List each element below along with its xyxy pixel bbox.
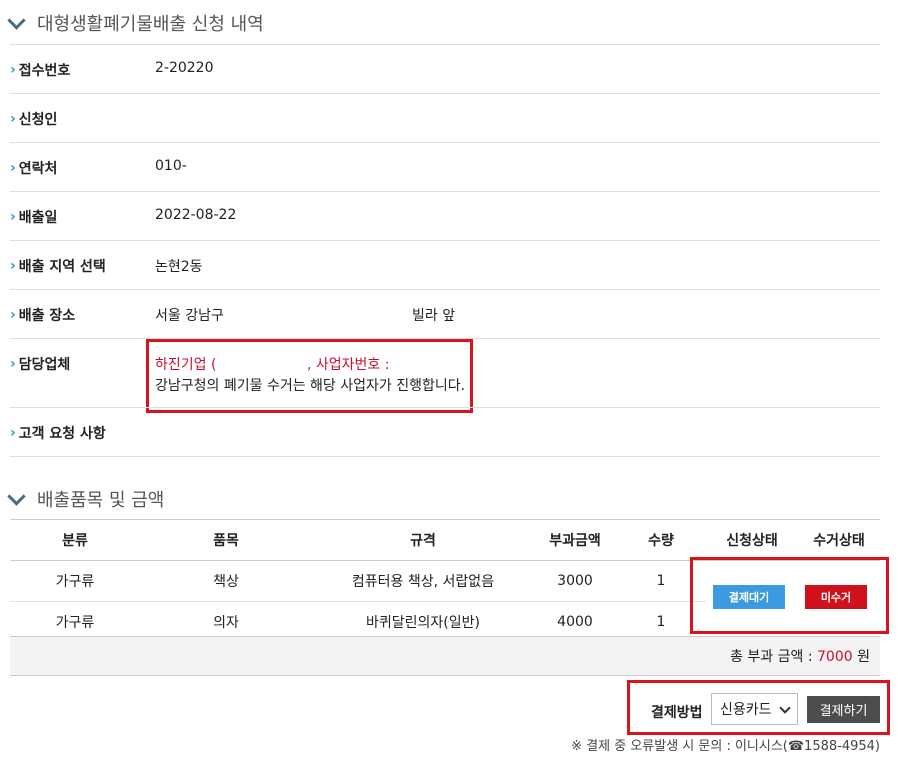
field-label: › 배출 장소 (10, 305, 75, 325)
col-header-collect-status: 수거상태 (798, 519, 880, 561)
table-header-row: 분류 품목 규격 부과금액 수량 신청상태 수거상태 (10, 519, 880, 561)
total-amount: 7000 (817, 649, 853, 665)
col-header-item: 품목 (140, 519, 312, 561)
total-unit: 원 (857, 649, 870, 665)
field-value: 서울 강남구 (155, 308, 224, 324)
chevron-right-icon: › (10, 160, 16, 176)
field-label: › 접수번호 (10, 60, 70, 80)
label-text: 신청인 (18, 112, 58, 128)
col-header-category: 분류 (10, 519, 140, 561)
divider (10, 456, 880, 457)
field-label: › 연락처 (10, 158, 57, 178)
chevron-right-icon: › (10, 111, 16, 127)
col-header-qty: 수량 (616, 519, 706, 561)
divider (10, 142, 880, 143)
col-header-apply-status: 신청상태 (706, 519, 798, 561)
divider (10, 289, 880, 290)
highlight-box (627, 680, 890, 735)
label-text: 담당업체 (18, 357, 71, 373)
field-value: 논현2동 (155, 259, 203, 275)
chevron-right-icon: › (10, 425, 16, 441)
total-row: 총 부과 금액 : 7000 원 (10, 636, 880, 676)
label-text: 배출 지역 선택 (18, 259, 106, 275)
divider (10, 44, 880, 45)
label-text: 연락처 (18, 161, 58, 177)
field-label: › 배출 지역 선택 (10, 256, 106, 276)
divider (10, 407, 880, 408)
highlight-box (690, 557, 889, 634)
cell-category: 가구류 (10, 560, 140, 602)
chevron-right-icon: › (10, 209, 16, 225)
field-value: 010- (155, 158, 187, 174)
chevron-down-icon (7, 10, 26, 30)
field-label: › 고객 요청 사항 (10, 423, 106, 443)
chevron-right-icon: › (10, 356, 16, 372)
section-title-items: 배출품목 및 금액 (7, 486, 165, 512)
label-text: 배출 장소 (18, 308, 76, 324)
chevron-down-icon (7, 486, 26, 506)
highlight-box (146, 339, 473, 413)
field-label: › 배출일 (10, 207, 57, 227)
divider (10, 240, 880, 241)
section-title-text: 대형생활폐기물배출 신청 내역 (37, 14, 264, 35)
divider (10, 93, 880, 94)
col-header-fee: 부과금액 (534, 519, 616, 561)
total-label: 총 부과 금액 : (730, 649, 813, 665)
section-title-text: 배출품목 및 금액 (37, 490, 165, 511)
section-title-application: 대형생활폐기물배출 신청 내역 (7, 10, 264, 36)
label-text: 접수번호 (18, 63, 71, 79)
field-value: 2022-08-22 (155, 207, 237, 223)
field-label: › 신청인 (10, 109, 57, 129)
cell-spec: 컴퓨터용 책상, 서랍없음 (312, 560, 534, 602)
col-header-spec: 규격 (312, 519, 534, 561)
label-text: 배출일 (18, 210, 58, 226)
chevron-right-icon: › (10, 258, 16, 274)
label-text: 고객 요청 사항 (18, 426, 106, 442)
divider (10, 191, 880, 192)
chevron-right-icon: › (10, 62, 16, 78)
field-value: 2-20220 (155, 60, 214, 76)
field-label: › 담당업체 (10, 354, 70, 374)
chevron-right-icon: › (10, 307, 16, 323)
cell-item: 책상 (140, 560, 312, 602)
cell-fee: 3000 (534, 560, 616, 602)
total-text: 총 부과 금액 : 7000 원 (730, 646, 870, 666)
payment-note: ※ 결제 중 오류발생 시 문의 : 이니시스(☎1588-4954) (571, 739, 880, 754)
field-value-detail: 빌라 앞 (412, 308, 456, 324)
